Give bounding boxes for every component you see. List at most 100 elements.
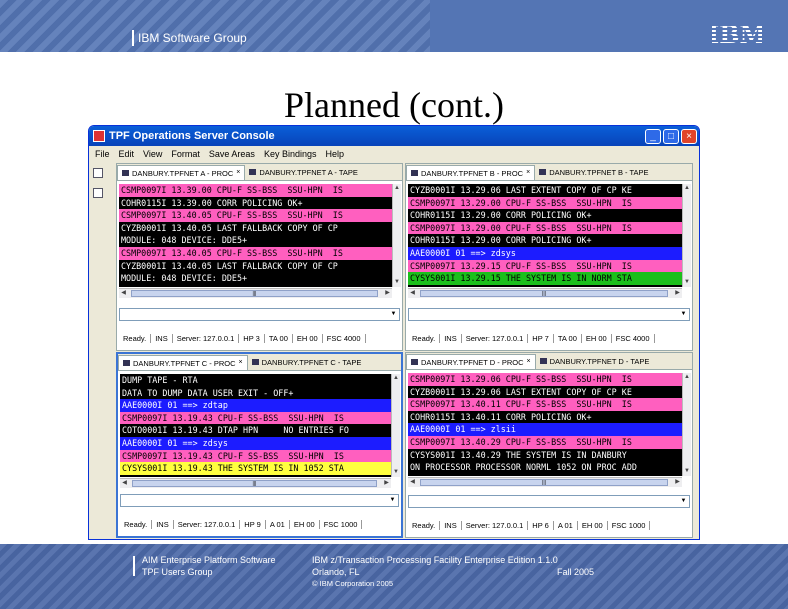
scroll-left-icon[interactable]: ◀: [119, 289, 128, 298]
menu-item-file[interactable]: File: [95, 149, 110, 159]
scroll-down-icon[interactable]: ▼: [683, 467, 691, 476]
console-tab-icon: [251, 359, 259, 365]
horizontal-scrollbar[interactable]: ◀ ||| ▶: [408, 477, 682, 487]
scroll-thumb[interactable]: |||: [420, 479, 668, 486]
status-field: HP 9: [240, 519, 266, 529]
menu-item-save-areas[interactable]: Save Areas: [209, 149, 255, 159]
tab-tape[interactable]: DANBURY.TPFNET C - TAPE: [248, 355, 366, 370]
panel-tabs: DANBURY.TPFNET C - PROC × DANBURY.TPFNET C…: [118, 354, 401, 371]
tab-close-icon[interactable]: ×: [236, 169, 240, 176]
terminal-output[interactable]: DUMP TAPE - RTA DATA TO DUMP DATA USER EX…: [120, 374, 391, 477]
terminal-line: COTO0001I 13.19.43 DTAP HPN NO ENTRIES F…: [120, 424, 391, 437]
status-bar: Ready. INS Server: 127.0.0.1 HP 9A 01 EH 00 F…: [120, 518, 363, 530]
tab-proc[interactable]: DANBURY.TPFNET C - PROC ×: [118, 355, 248, 370]
status-field: Ready.: [408, 333, 441, 343]
console-tab-icon: [411, 170, 418, 176]
status-field: Server: 127.0.0.1: [462, 520, 529, 530]
tab-tape[interactable]: DANBURY.TPFNET B - TAPE: [535, 165, 652, 180]
menu-item-help[interactable]: Help: [325, 149, 344, 159]
tab-close-icon[interactable]: ×: [239, 359, 243, 366]
tab-tape[interactable]: DANBURY.TPFNET D - TAPE: [536, 354, 654, 369]
command-input[interactable]: ▼: [120, 494, 399, 507]
terminal-line: ON PROCESSOR PROCESSOR NORML 1052 ON PRO…: [408, 461, 682, 474]
vertical-scrollbar[interactable]: ▲ ▼: [392, 184, 401, 287]
scroll-thumb[interactable]: |||: [131, 290, 378, 297]
console-tab-icon: [123, 360, 130, 366]
vertical-scrollbar[interactable]: ▲ ▼: [391, 374, 400, 477]
status-field: Server: 127.0.0.1: [174, 519, 241, 529]
tab-close-icon[interactable]: ×: [527, 358, 531, 365]
menu-bar: File Edit View Format Save Areas Key Bindings…: [89, 146, 699, 162]
command-dropdown-icon[interactable]: ▼: [388, 309, 399, 320]
terminal-line: CSMP0097I 13.29.00 CPU-F SS-BSS SSU-HPN …: [408, 196, 682, 210]
scroll-left-icon[interactable]: ◀: [408, 478, 417, 487]
window-titlebar[interactable]: TPF Operations Server Console _ □ ×: [89, 126, 699, 146]
footer-copyright: © IBM Corporation 2005: [312, 579, 393, 588]
panel-tabs: DANBURY.TPFNET A - PROC × DANBURY.TPFNET A…: [117, 164, 402, 181]
console-tab-icon: [539, 169, 547, 175]
scroll-right-icon[interactable]: ▶: [673, 289, 682, 298]
status-field: HP 7: [528, 333, 554, 343]
command-dropdown-icon[interactable]: ▼: [678, 496, 689, 507]
console-window: TPF Operations Server Console _ □ × File…: [88, 125, 700, 540]
tab-tape[interactable]: DANBURY.TPFNET A - TAPE: [245, 165, 362, 180]
scroll-down-icon[interactable]: ▼: [683, 278, 691, 287]
terminal-line: CSMP0097I 13.29.06 CPU-F SS-BSS SSU-HPN …: [408, 373, 682, 386]
scroll-up-icon[interactable]: ▲: [683, 373, 691, 382]
scroll-right-icon[interactable]: ▶: [383, 289, 392, 298]
new-window-icon[interactable]: [93, 168, 103, 178]
tab-close-icon[interactable]: ×: [526, 169, 530, 176]
scroll-up-icon[interactable]: ▲: [392, 374, 400, 383]
tab-proc[interactable]: DANBURY.TPFNET A - PROC ×: [117, 165, 246, 180]
slide-footer: AIM Enterprise Platform Software TPF Use…: [0, 544, 788, 609]
scroll-left-icon[interactable]: ◀: [408, 289, 417, 298]
menu-item-key-bindings[interactable]: Key Bindings: [264, 149, 317, 159]
status-field: TA 00: [554, 333, 582, 343]
terminal-line: CYZB0001I 13.29.06 LAST EXTENT COPY OF C…: [408, 385, 682, 399]
horizontal-scrollbar[interactable]: ◀ ||| ▶: [120, 478, 391, 488]
console-tab-icon: [411, 359, 418, 365]
scroll-down-icon[interactable]: ▼: [392, 468, 400, 477]
menu-item-edit[interactable]: Edit: [119, 149, 135, 159]
terminal-line: CSMP0097I 13.29.00 CPU-F SS-BSS SSU-HPN …: [408, 221, 682, 235]
terminal-output[interactable]: CYZB0001I 13.29.06 LAST EXTENT COPY OF C…: [408, 184, 682, 287]
terminal-output[interactable]: CSMP0097I 13.39.00 CPU-F SS-BSS SSU-HPN …: [119, 184, 392, 287]
layout-icon[interactable]: [93, 188, 103, 198]
command-dropdown-icon[interactable]: ▼: [678, 309, 689, 320]
status-field: TA 00: [265, 333, 293, 343]
scroll-down-icon[interactable]: ▼: [393, 278, 401, 287]
tab-proc[interactable]: DANBURY.TPFNET B - PROC ×: [406, 165, 536, 180]
menu-item-format[interactable]: Format: [171, 149, 200, 159]
scroll-thumb[interactable]: |||: [420, 290, 668, 297]
scroll-left-icon[interactable]: ◀: [120, 479, 129, 488]
horizontal-scrollbar[interactable]: ◀ ||| ▶: [119, 288, 392, 298]
command-input[interactable]: ▼: [119, 308, 400, 321]
command-input[interactable]: ▼: [408, 308, 690, 321]
minimize-button[interactable]: _: [645, 128, 661, 144]
tab-label: DANBURY.TPFNET C - PROC: [133, 359, 236, 368]
scroll-up-icon[interactable]: ▲: [393, 184, 401, 193]
terminal-line: AAE0000I 01 ==> zdsys: [408, 246, 682, 260]
status-field: EH 00: [290, 519, 320, 529]
vertical-scrollbar[interactable]: ▲ ▼: [682, 373, 691, 476]
tab-label: DANBURY.TPFNET B - TAPE: [549, 168, 649, 177]
command-dropdown-icon[interactable]: ▼: [387, 495, 398, 506]
terminal-line: MODULE: 048 DEVICE: DDE5+: [119, 234, 392, 247]
scroll-right-icon[interactable]: ▶: [382, 479, 391, 488]
scroll-right-icon[interactable]: ▶: [673, 478, 682, 487]
menu-item-view[interactable]: View: [143, 149, 162, 159]
terminal-output[interactable]: CSMP0097I 13.29.06 CPU-F SS-BSS SSU-HPN …: [408, 373, 682, 476]
status-field: INS: [440, 333, 462, 343]
close-button[interactable]: ×: [681, 128, 697, 144]
terminal-line: MODULE: 048 DEVICE: DDE5+: [119, 272, 392, 285]
terminal-line: COHR0115I 13.29.00 CORR POLICING OK+: [408, 234, 682, 247]
scroll-up-icon[interactable]: ▲: [683, 184, 691, 193]
scroll-thumb[interactable]: |||: [132, 480, 377, 487]
maximize-button[interactable]: □: [663, 128, 679, 144]
horizontal-scrollbar[interactable]: ◀ ||| ▶: [408, 288, 682, 298]
footer-org: AIM Enterprise Platform Software: [142, 555, 276, 565]
status-field: INS: [152, 519, 174, 529]
command-input[interactable]: ▼: [408, 495, 690, 508]
tab-proc[interactable]: DANBURY.TPFNET D - PROC ×: [406, 354, 536, 369]
vertical-scrollbar[interactable]: ▲ ▼: [682, 184, 691, 287]
